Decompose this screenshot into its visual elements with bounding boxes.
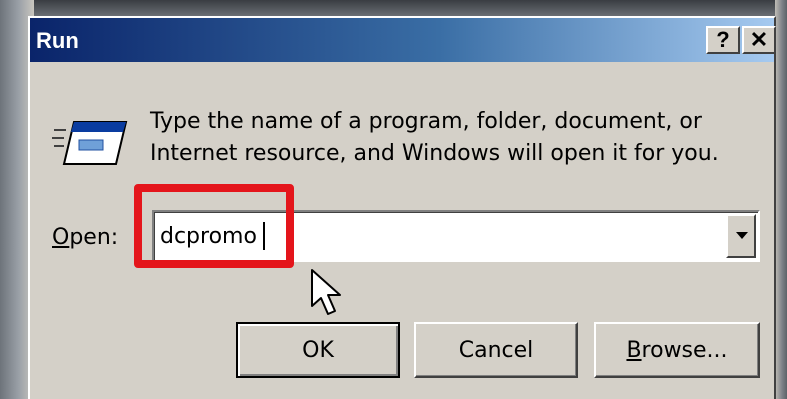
open-label-accelerator: O — [52, 225, 70, 250]
browse-button[interactable]: Browse... — [594, 322, 760, 378]
desktop-background-top — [0, 0, 787, 16]
close-button[interactable]: ✕ — [742, 26, 776, 54]
cancel-button[interactable]: Cancel — [414, 322, 578, 378]
close-icon: ✕ — [749, 27, 769, 52]
mouse-pointer-icon — [311, 269, 341, 315]
description-line-2: Internet resource, and Windows will open… — [150, 141, 719, 166]
ok-button[interactable]: OK — [236, 322, 400, 378]
run-description: Type the name of a program, folder, docu… — [150, 106, 719, 170]
run-program-icon — [52, 121, 128, 165]
run-dialog: Run ? ✕ Type the name of a program, fold… — [28, 16, 776, 399]
browse-accelerator: B — [626, 337, 642, 363]
desktop-background-right — [775, 0, 787, 399]
description-line-1: Type the name of a program, folder, docu… — [150, 109, 702, 134]
titlebar[interactable]: Run ? ✕ — [30, 18, 776, 62]
chevron-down-icon — [736, 232, 748, 239]
red-highlight-annotation — [134, 184, 294, 268]
open-label: Open: — [52, 225, 118, 250]
help-button[interactable]: ? — [706, 26, 740, 54]
browse-label: rowse... — [641, 337, 728, 363]
help-icon: ? — [716, 27, 730, 52]
open-label-text: pen: — [69, 225, 119, 250]
open-dropdown-button[interactable] — [726, 214, 756, 258]
window-title: Run — [36, 28, 79, 53]
